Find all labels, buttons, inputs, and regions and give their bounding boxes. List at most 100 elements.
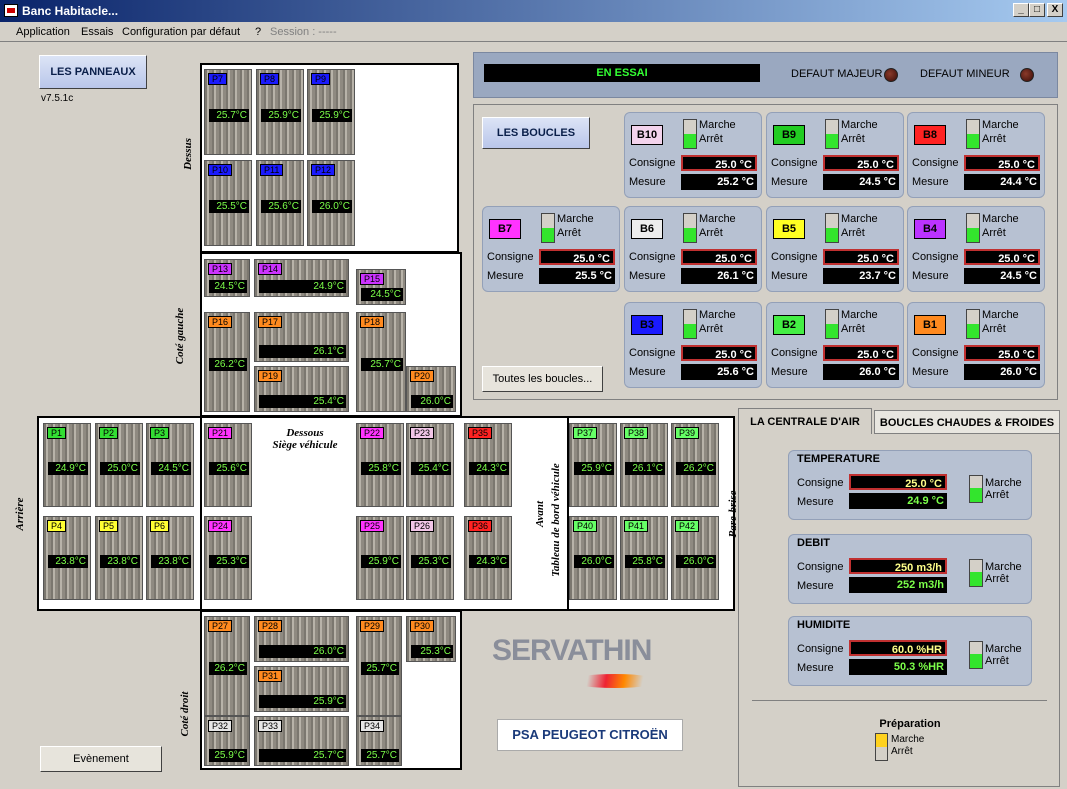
boucle-switch[interactable] <box>683 213 697 243</box>
panel-p15[interactable]: P15 24.5°C <box>356 269 406 305</box>
consigne-value[interactable]: 25.0 °C <box>681 249 757 265</box>
menu-essais[interactable]: Essais <box>81 26 113 38</box>
centrale-switch[interactable] <box>969 641 983 669</box>
panel-tag: P27 <box>208 620 233 632</box>
panel-p8[interactable]: P8 25.9°C <box>256 69 304 155</box>
status-display: EN ESSAI <box>484 64 760 82</box>
consigne-value[interactable]: 25.0 °C <box>964 155 1040 171</box>
panel-temperature: 26.1°C <box>625 462 665 475</box>
centrale-switch[interactable] <box>969 559 983 587</box>
panel-p36[interactable]: P36 24.3°C <box>464 516 512 600</box>
preparation-switch[interactable] <box>875 733 888 761</box>
panel-p17[interactable]: P17 26.1°C <box>254 312 349 362</box>
panel-p22[interactable]: P22 25.8°C <box>356 423 404 507</box>
menu-application[interactable]: Application <box>16 26 70 38</box>
les-panneaux-button[interactable]: LES PANNEAUX <box>39 55 147 89</box>
panel-temperature: 25.7°C <box>361 749 399 762</box>
panel-p41[interactable]: P41 25.8°C <box>620 516 668 600</box>
panel-p27[interactable]: P27 26.2°C <box>204 616 250 716</box>
panel-p38[interactable]: P38 26.1°C <box>620 423 668 507</box>
panel-temperature: 25.6°C <box>261 200 301 213</box>
panel-p32[interactable]: P32 25.9°C <box>204 716 250 766</box>
panel-p26[interactable]: P26 25.3°C <box>406 516 454 600</box>
consigne-value[interactable]: 25.0 °C <box>681 345 757 361</box>
evenement-button[interactable]: Evènement <box>40 746 162 772</box>
consigne-value[interactable]: 250 m3/h <box>849 558 947 574</box>
consigne-label: Consigne <box>797 643 844 655</box>
panel-p25[interactable]: P25 25.9°C <box>356 516 404 600</box>
arret-label: Arrêt <box>699 323 723 335</box>
mesure-value: 24.5 °C <box>964 268 1040 284</box>
panel-tag: P22 <box>360 427 385 439</box>
defaut-mineur-label: DEFAUT MINEUR <box>920 68 1010 80</box>
boucle-switch[interactable] <box>683 309 697 339</box>
panel-temperature: 24.9°C <box>259 280 346 293</box>
boucle-switch[interactable] <box>825 119 839 149</box>
panel-p21[interactable]: P21 25.6°C <box>204 423 252 507</box>
boucle-switch[interactable] <box>966 119 980 149</box>
boucle-switch[interactable] <box>541 213 555 243</box>
panel-p28[interactable]: P28 26.0°C <box>254 616 349 662</box>
panel-p19[interactable]: P19 25.4°C <box>254 366 349 412</box>
panel-p31[interactable]: P31 25.9°C <box>254 666 349 712</box>
minimize-button[interactable]: _ <box>1013 3 1029 17</box>
panel-p5[interactable]: P5 23.8°C <box>95 516 143 600</box>
centrale-switch[interactable] <box>969 475 983 503</box>
consigne-value[interactable]: 25.0 °C <box>964 249 1040 265</box>
panel-p23[interactable]: P23 25.4°C <box>406 423 454 507</box>
consigne-value[interactable]: 60.0 %HR <box>849 640 947 656</box>
menu-configuration[interactable]: Configuration par défaut <box>122 26 240 38</box>
panel-p9[interactable]: P9 25.9°C <box>307 69 355 155</box>
boucle-switch[interactable] <box>966 309 980 339</box>
consigne-value[interactable]: 25.0 °C <box>823 155 899 171</box>
panel-p29[interactable]: P29 25.7°C <box>356 616 402 716</box>
panel-p1[interactable]: P1 24.9°C <box>43 423 91 507</box>
panel-p35[interactable]: P35 24.3°C <box>464 423 512 507</box>
panel-p20[interactable]: P20 26.0°C <box>406 366 456 412</box>
panel-p7[interactable]: P7 25.7°C <box>204 69 252 155</box>
boucle-switch[interactable] <box>683 119 697 149</box>
panel-p14[interactable]: P14 24.9°C <box>254 259 349 297</box>
panel-p39[interactable]: P39 26.2°C <box>671 423 719 507</box>
panel-p16[interactable]: P16 26.2°C <box>204 312 250 412</box>
mesure-label: Mesure <box>629 366 666 378</box>
boucle-id: B2 <box>773 315 805 335</box>
maximize-button[interactable]: □ <box>1029 3 1045 17</box>
consigne-value[interactable]: 25.0 °C <box>823 345 899 361</box>
panel-p11[interactable]: P11 25.6°C <box>256 160 304 246</box>
panel-p34[interactable]: P34 25.7°C <box>356 716 402 766</box>
consigne-value[interactable]: 25.0 °C <box>539 249 615 265</box>
panel-p33[interactable]: P33 25.7°C <box>254 716 349 766</box>
boucle-switch[interactable] <box>966 213 980 243</box>
panel-p42[interactable]: P42 26.0°C <box>671 516 719 600</box>
consigne-value[interactable]: 25.0 °C <box>849 474 947 490</box>
toutes-boucles-button[interactable]: Toutes les boucles... <box>482 366 603 392</box>
panel-temperature: 25.9°C <box>574 462 614 475</box>
marche-label: Marche <box>982 119 1019 131</box>
mesure-label: Mesure <box>797 662 834 674</box>
panel-p24[interactable]: P24 25.3°C <box>204 516 252 600</box>
close-button[interactable]: X <box>1047 3 1063 17</box>
consigne-value[interactable]: 25.0 °C <box>823 249 899 265</box>
boucle-switch[interactable] <box>825 213 839 243</box>
panel-p13[interactable]: P13 24.5°C <box>204 259 250 297</box>
panel-p4[interactable]: P4 23.8°C <box>43 516 91 600</box>
panel-p10[interactable]: P10 25.5°C <box>204 160 252 246</box>
tab-boucles-chaudes[interactable]: BOUCLES CHAUDES & FROIDES <box>874 410 1060 434</box>
panel-p3[interactable]: P3 24.5°C <box>146 423 194 507</box>
panel-p2[interactable]: P2 25.0°C <box>95 423 143 507</box>
panel-p6[interactable]: P6 23.8°C <box>146 516 194 600</box>
panel-p37[interactable]: P37 25.9°C <box>569 423 617 507</box>
consigne-value[interactable]: 25.0 °C <box>681 155 757 171</box>
defaut-majeur-led <box>884 68 898 82</box>
tab-centrale[interactable]: LA CENTRALE D'AIR <box>738 408 872 434</box>
consigne-value[interactable]: 25.0 °C <box>964 345 1040 361</box>
panel-p12[interactable]: P12 26.0°C <box>307 160 355 246</box>
boucle-id: B7 <box>489 219 521 239</box>
boucle-switch[interactable] <box>825 309 839 339</box>
panel-p30[interactable]: P30 25.3°C <box>406 616 456 662</box>
menu-help[interactable]: ? <box>255 26 261 38</box>
panel-p18[interactable]: P18 25.7°C <box>356 312 406 412</box>
panel-p40[interactable]: P40 26.0°C <box>569 516 617 600</box>
les-boucles-button[interactable]: LES BOUCLES <box>482 117 590 149</box>
